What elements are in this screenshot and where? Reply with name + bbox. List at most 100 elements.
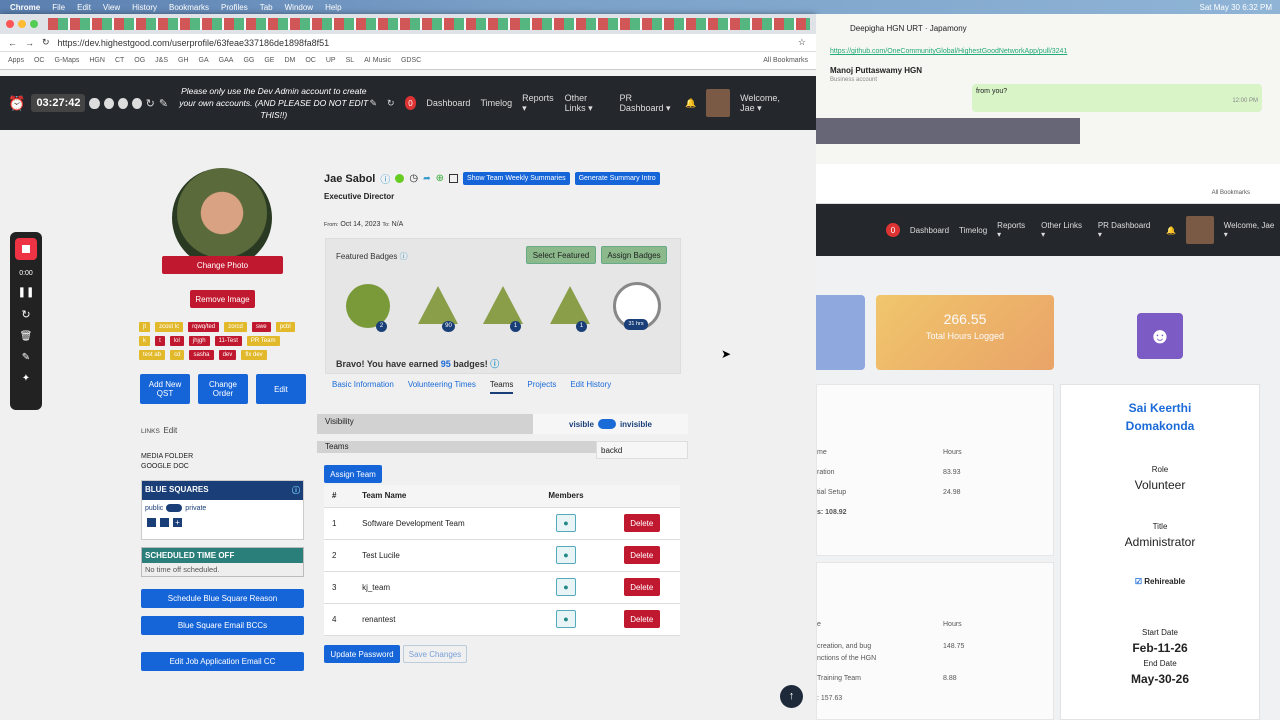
clock-icon[interactable]: ◷ [409,173,418,184]
avatar[interactable] [706,89,731,117]
edit-button[interactable]: Edit [256,374,306,404]
tag[interactable]: flx dev [241,350,267,360]
bookmark-item[interactable]: GAA [219,57,234,64]
update-password-button[interactable]: Update Password [324,645,400,663]
tag[interactable]: rqwq/ted [188,322,220,332]
timer-reset-icon[interactable]: ↻ [146,97,155,110]
schedule-blue-square-reason-button[interactable]: Schedule Blue Square Reason [141,589,304,608]
delete-team-button[interactable]: Delete [623,610,660,628]
delete-team-button[interactable]: Delete [623,514,660,532]
tag[interactable]: dev [218,350,237,360]
draw-icon[interactable]: ✎ [22,352,30,363]
bookmark-item[interactable]: SL [346,57,355,64]
members-icon[interactable]: ● [555,546,576,564]
timer-edit-icon[interactable]: ✎ [159,97,168,110]
menu-file[interactable]: File [52,3,65,12]
bookmark-item[interactable]: G-Maps [54,57,79,64]
bookmark-item[interactable]: GA [199,57,209,64]
bookmark-item[interactable]: UP [326,57,336,64]
zoom-window-button[interactable] [30,20,38,28]
tab-projects[interactable]: Projects [527,380,556,394]
tag[interactable]: cd [170,350,185,360]
change-photo-button[interactable]: Change Photo [162,256,283,274]
save-changes-button[interactable]: Save Changes [403,645,467,663]
remove-image-button[interactable]: Remove Image [190,290,255,308]
bookmark-item[interactable]: OC [305,57,316,64]
alarm-clock-icon[interactable]: ⏰ [8,95,25,112]
bookmark-item[interactable]: AI Music [364,57,391,64]
edit-icon[interactable]: ✎ [370,98,378,109]
media-folder-link[interactable]: MEDIA FOLDER [141,452,193,462]
chat-screenshot-thumbnail[interactable] [816,118,1080,144]
nav-dashboard[interactable]: Dashboard [910,226,949,235]
members-icon[interactable]: ● [555,578,576,596]
tag[interactable]: k [139,336,150,346]
bookmark-item[interactable]: HGN [89,57,105,64]
nav-other-links[interactable]: Other Links ▾ [565,93,610,114]
menu-profiles[interactable]: Profiles [221,3,248,12]
star-icon[interactable]: ☆ [798,37,816,48]
members-icon[interactable]: ● [555,610,576,628]
nav-other-links[interactable]: Other Links ▾ [1041,221,1088,239]
rehireable-checkbox[interactable]: ☑ Rehireable [1061,577,1259,586]
tab-edit-history[interactable]: Edit History [570,380,611,394]
bookmark-item[interactable]: DM [284,57,295,64]
show-team-weekly-summaries-button[interactable]: Show Team Weekly Summaries [463,172,570,185]
tag[interactable]: test ab [139,350,166,360]
all-bookmarks[interactable]: All Bookmarks [1212,190,1250,196]
blue-square[interactable] [160,518,169,527]
tab-teams[interactable]: Teams [489,380,514,394]
google-doc-link[interactable]: GOOGLE DOC [141,462,193,472]
refresh-icon[interactable]: ↻ [387,98,395,109]
bookmark-item[interactable]: CT [115,57,124,64]
menu-app[interactable]: Chrome [10,3,40,12]
assign-team-button[interactable]: Assign Team [324,465,382,483]
change-order-button[interactable]: Change Order [198,374,248,404]
add-blue-square-button[interactable]: + [173,518,182,527]
visibility-toggle[interactable] [597,419,616,429]
badge-icon[interactable] [548,284,592,328]
url-field[interactable]: https://dev.highestgood.com/userprofile/… [58,38,330,48]
timer-stop-icon[interactable] [131,97,142,109]
menu-view[interactable]: View [103,3,120,12]
checkbox-icon[interactable] [449,174,459,183]
tab-strip[interactable] [48,18,810,30]
back-icon[interactable]: ← [8,38,17,48]
trash-icon[interactable]: 🗑 [20,331,33,342]
nav-reports[interactable]: Reports ▾ [997,221,1031,239]
links-edit-link[interactable]: Edit [163,426,177,435]
timer-play-icon[interactable] [117,97,128,109]
nav-pr-dashboard[interactable]: PR Dashboard ▾ [619,93,675,114]
assign-badges-button[interactable]: Assign Badges [601,246,667,264]
select-featured-button[interactable]: Select Featured [526,246,596,264]
info-icon[interactable]: ⓘ [380,171,390,186]
pause-icon[interactable]: ❚❚ [18,287,35,298]
edit-job-application-email-cc-button[interactable]: Edit Job Application Email CC [141,652,304,671]
delete-team-button[interactable]: Delete [623,546,660,564]
cursor-effect-icon[interactable]: ✦ [22,373,30,384]
blue-square[interactable] [147,518,156,527]
bookmark-item[interactable]: J&S [155,57,168,64]
blue-square-email-bccs-button[interactable]: Blue Square Email BCCs [141,616,304,635]
tag[interactable]: swe [251,322,271,332]
bell-icon[interactable]: 🔔 [685,98,696,109]
menu-history[interactable]: History [132,3,157,12]
bookmark-item[interactable]: OC [34,57,45,64]
avatar[interactable] [1186,216,1214,244]
bookmark-item[interactable]: GE [264,57,274,64]
add-icon[interactable]: ⊕ [436,173,444,184]
bookmark-item[interactable]: GH [178,57,189,64]
nav-reports[interactable]: Reports ▾ [522,93,555,114]
menu-edit[interactable]: Edit [77,3,91,12]
tag[interactable]: pcbl [275,322,295,332]
bookmark-item[interactable]: GG [243,57,254,64]
tag[interactable]: zcost lc [155,322,184,332]
reload-icon[interactable]: ↻ [42,37,50,48]
welcome-menu[interactable]: Welcome, Jae ▾ [1224,221,1280,239]
timer-add-icon[interactable] [89,97,100,109]
team-code-field[interactable]: backd [596,441,688,459]
timer-subtract-icon[interactable] [103,97,114,109]
nav-dashboard[interactable]: Dashboard [426,98,470,108]
members-icon[interactable]: ● [555,514,576,532]
chat-link[interactable]: https://github.com/OneCommunityGlobal/Hi… [830,48,1067,55]
